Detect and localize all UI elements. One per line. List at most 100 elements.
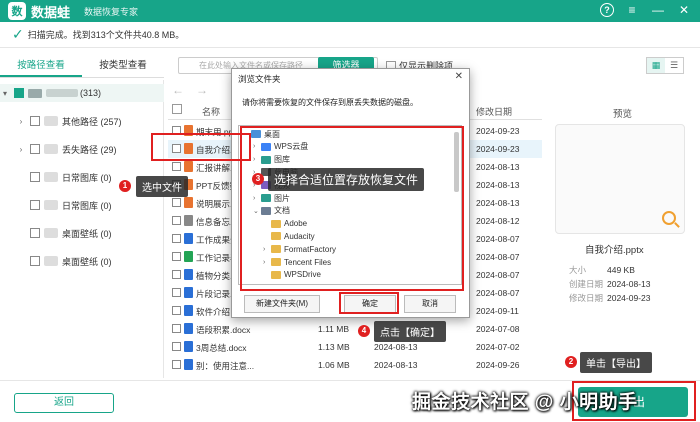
step-2-badge: 2 (565, 356, 577, 368)
select-file-highlight (151, 133, 251, 161)
chevron-right-icon[interactable]: › (16, 117, 26, 126)
new-folder-button[interactable]: 新建文件夹(M) (244, 295, 320, 313)
select-all-checkbox[interactable] (172, 104, 182, 114)
file-icon (184, 323, 193, 334)
file-icon (184, 287, 193, 298)
tree-item-checkbox[interactable] (30, 116, 40, 126)
file-name: 3周总结.docx (196, 343, 247, 353)
table-row[interactable]: 3周总结.docx 1.13 MB 2024-08-13 2024-07-02 (168, 338, 542, 356)
step-3-badge: 3 (252, 173, 264, 185)
folder-tree-highlight (240, 126, 464, 291)
folder-icon (44, 228, 58, 238)
file-modified: 2024-07-02 (476, 342, 520, 352)
column-modified[interactable]: 修改日期 (476, 105, 512, 118)
back-button[interactable]: 返回 (14, 393, 114, 413)
row-checkbox[interactable] (172, 234, 181, 243)
file-icon (184, 197, 193, 208)
list-view-icon[interactable]: ☰ (665, 58, 683, 73)
step-4-callout: 点击【确定】 (374, 321, 446, 342)
file-icon (184, 215, 193, 226)
step-1-badge: 1 (119, 180, 131, 192)
chevron-right-icon[interactable]: › (16, 145, 26, 154)
meta-size: 大小 449 KB (569, 265, 635, 275)
forward-arrow-icon[interactable]: → (196, 83, 208, 97)
file-size: 1.13 MB (318, 342, 350, 352)
scan-status: ✓ 扫描完成。找到313个文件共40.8 MB。 (0, 22, 700, 48)
folder-icon (44, 172, 58, 182)
file-modified: 2024-08-07 (476, 234, 520, 244)
watermark: 掘金技术社区 @ 小明助手 (412, 392, 638, 413)
close-icon[interactable]: ✕ (455, 71, 463, 82)
app-subtitle: 数据恢复专家 (84, 6, 139, 17)
file-name: 别：使用注意... (196, 361, 255, 371)
tree-item-checkbox[interactable] (30, 256, 40, 266)
row-checkbox[interactable] (172, 198, 181, 207)
tree-item-label: 其他路径 (257) (62, 116, 122, 127)
tree-item-checkbox[interactable] (30, 144, 40, 154)
minimize-icon[interactable]: — (650, 2, 666, 18)
file-modified: 2024-07-08 (476, 324, 520, 334)
column-name[interactable]: 名称 (202, 105, 220, 118)
table-row[interactable]: 别：使用注意... 1.06 MB 2024-08-13 2024-09-26 (168, 356, 542, 374)
folder-icon (44, 200, 58, 210)
row-checkbox[interactable] (172, 162, 181, 171)
blurred-drive-name (46, 89, 78, 97)
step-2-callout: 单击【导出】 (580, 352, 652, 373)
cancel-button[interactable]: 取消 (404, 295, 456, 313)
tree-item-checkbox[interactable] (30, 172, 40, 182)
file-modified: 2024-08-13 (476, 198, 520, 208)
tree-item-label: 丢失路径 (29) (62, 144, 117, 155)
row-checkbox[interactable] (172, 270, 181, 279)
ok-button-highlight (339, 292, 399, 314)
row-checkbox[interactable] (172, 324, 181, 333)
file-modified: 2024-09-23 (476, 144, 520, 154)
tree-item-label: 桌面壁纸 (0) (62, 256, 112, 267)
tree-item[interactable]: 桌面壁纸 (0) (0, 224, 164, 242)
tree-item[interactable]: 日常图库 (0) (0, 196, 164, 214)
preview-title: 预览 (613, 109, 633, 120)
view-mode-toggle: ▦ ☰ (646, 57, 684, 74)
tree-root-checkbox[interactable] (14, 88, 24, 98)
title-bar: 数 数据蛙 数据恢复专家 ? ≡ — ✕ (0, 0, 700, 22)
tree-root-count: (313) (80, 88, 102, 98)
menu-icon[interactable]: ≡ (624, 2, 640, 18)
step-1-callout: 选中文件 (136, 176, 188, 197)
file-icon (184, 341, 193, 352)
chevron-down-icon[interactable]: ▾ (0, 89, 10, 98)
tab-by-path[interactable]: 按路径查看 (0, 54, 82, 77)
magnifier-icon[interactable] (662, 211, 676, 225)
file-icon (184, 251, 193, 262)
file-modified: 2024-09-23 (476, 126, 520, 136)
tree-root[interactable]: ▾ (313) (0, 84, 164, 102)
folder-icon (44, 144, 58, 154)
tree-item-label: 日常图库 (0) (62, 172, 112, 183)
row-checkbox[interactable] (172, 360, 181, 369)
path-tree: ▾ (313) › 其他路径 (257) › 丢失路径 (29) 日常图库 (0… (0, 80, 164, 378)
file-size: 1.11 MB (318, 324, 350, 334)
row-checkbox[interactable] (172, 252, 181, 261)
tab-by-type[interactable]: 按类型查看 (82, 54, 164, 77)
tree-item-label: 日常图库 (0) (62, 200, 112, 211)
table-row[interactable]: 语段积累.docx 1.11 MB 2024-07-08 (168, 320, 542, 338)
file-created: 2024-08-13 (374, 342, 418, 352)
tree-item[interactable]: › 其他路径 (257) (0, 112, 164, 130)
tree-item[interactable]: 桌面壁纸 (0) (0, 252, 164, 270)
help-icon[interactable]: ? (600, 3, 614, 17)
file-modified: 2024-08-07 (476, 252, 520, 262)
bottom-bar: 返回 导出 掘金技术社区 @ 小明助手 (0, 380, 700, 422)
file-icon (184, 269, 193, 280)
tree-item-checkbox[interactable] (30, 228, 40, 238)
row-checkbox[interactable] (172, 342, 181, 351)
back-arrow-icon[interactable]: ← (172, 83, 184, 97)
row-checkbox[interactable] (172, 288, 181, 297)
grid-view-icon[interactable]: ▦ (647, 58, 665, 73)
app-logo: 数 (8, 2, 26, 20)
step-3-callout: 选择合适位置存放恢复文件 (268, 168, 425, 191)
row-checkbox[interactable] (172, 216, 181, 225)
file-modified: 2024-08-13 (476, 162, 520, 172)
tree-item[interactable]: › 丢失路径 (29) (0, 140, 164, 158)
close-icon[interactable]: ✕ (676, 2, 692, 18)
row-checkbox[interactable] (172, 306, 181, 315)
tree-item-checkbox[interactable] (30, 200, 40, 210)
file-icon (184, 305, 193, 316)
